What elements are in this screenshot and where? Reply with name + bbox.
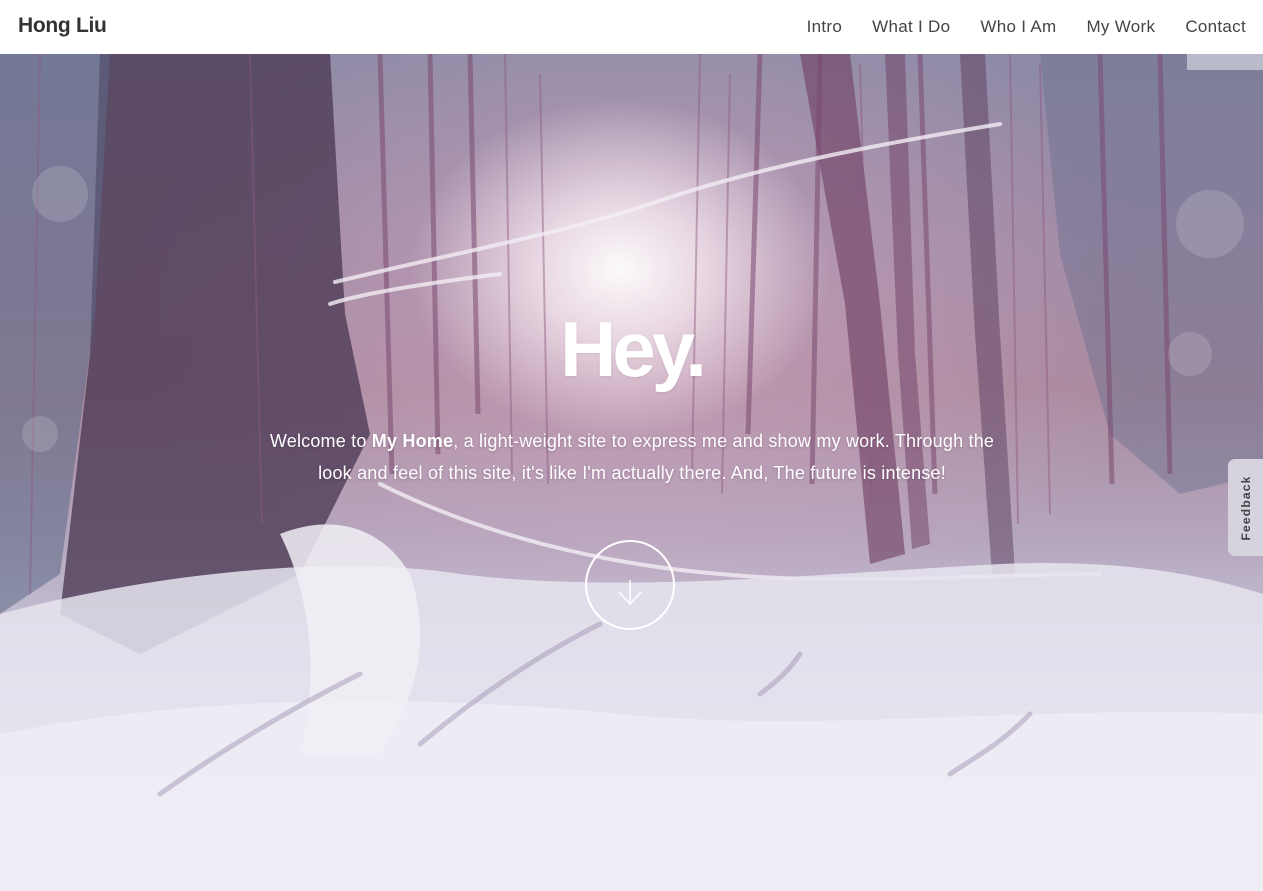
- feedback-tab[interactable]: Feedback: [1228, 459, 1263, 556]
- corner-tab: [1187, 54, 1263, 70]
- nav-link-who-i-am[interactable]: Who I Am: [965, 0, 1071, 54]
- hero-section: Hey. Welcome to My Home, a light-weight …: [0, 54, 1263, 891]
- hero-intro-text: Welcome to My Home, a light-weight site …: [262, 425, 1002, 489]
- feedback-label: Feedback: [1238, 475, 1253, 540]
- main-nav: Intro What I Do Who I Am My Work Contact: [792, 0, 1246, 54]
- hero-text-highlight: My Home: [371, 431, 454, 451]
- page: Hong Liu Intro What I Do Who I Am My Wor…: [0, 0, 1263, 891]
- scroll-down-button[interactable]: [585, 540, 675, 630]
- site-header: Hong Liu Intro What I Do Who I Am My Wor…: [0, 0, 1263, 54]
- nav-link-what-i-do[interactable]: What I Do: [857, 0, 965, 54]
- nav-link-contact[interactable]: Contact: [1170, 0, 1246, 54]
- arrow-down-icon: [618, 580, 642, 606]
- hero-title: Hey.: [560, 305, 707, 393]
- nav-link-intro[interactable]: Intro: [792, 0, 858, 54]
- nav-link-my-work[interactable]: My Work: [1071, 0, 1170, 54]
- brand-logo-link[interactable]: Hong Liu: [18, 14, 107, 38]
- hero-text-before: Welcome to: [269, 431, 372, 451]
